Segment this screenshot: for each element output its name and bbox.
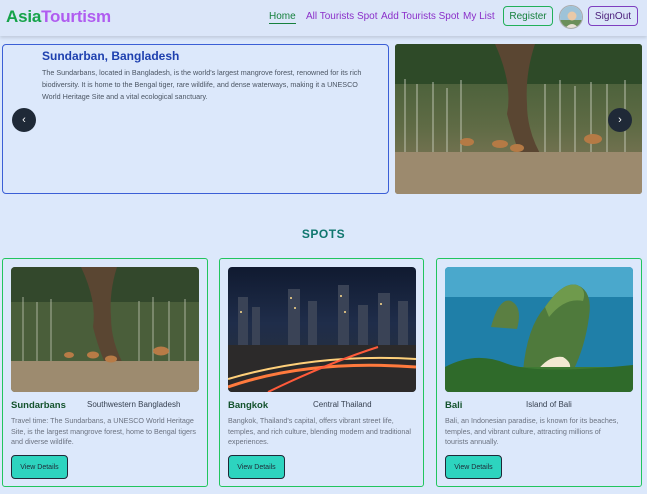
- card-region-sundarbans: Southwestern Bangladesh: [87, 400, 181, 409]
- hero-image-sundarban: [395, 44, 642, 194]
- view-details-button-sundarbans[interactable]: View Details: [11, 455, 68, 479]
- nav-link-all-tourists-spot[interactable]: All Tourists Spot: [306, 11, 378, 22]
- navbar: AsiaTourtism Home All Tourists Spot Add …: [0, 0, 647, 36]
- card-description-bangkok: Bangkok, Thailand's capital, offers vibr…: [228, 416, 411, 446]
- carousel-prev-button[interactable]: ‹: [12, 108, 36, 132]
- logo-part-2: Tourtism: [41, 7, 111, 26]
- card-description-sundarbans: Travel time: The Sundarbans, a UNESCO Wo…: [11, 416, 196, 446]
- user-avatar[interactable]: [559, 5, 583, 29]
- card-image-bangkok: [228, 267, 416, 392]
- card-description-bali: Bali, an Indonesian paradise, is known f…: [445, 416, 619, 446]
- card-image-bali: [445, 267, 633, 392]
- nav-link-add-tourists-spot[interactable]: Add Tourists Spot: [381, 11, 459, 22]
- spot-card-bangkok: Bangkok Central Thailand Bangkok, Thaila…: [219, 258, 424, 487]
- hero-title: Sundarban, Bangladesh: [42, 49, 180, 63]
- card-name-bangkok: Bangkok: [228, 400, 269, 411]
- site-logo[interactable]: AsiaTourtism: [6, 7, 111, 27]
- view-details-button-bangkok[interactable]: View Details: [228, 455, 285, 479]
- spot-card-bali: Bali Island of Bali Bali, an Indonesian …: [436, 258, 642, 487]
- carousel-next-button[interactable]: ›: [608, 108, 632, 132]
- card-region-bangkok: Central Thailand: [313, 400, 372, 409]
- card-name-bali: Bali: [445, 400, 463, 411]
- signout-button[interactable]: SignOut: [588, 6, 638, 26]
- nav-link-home[interactable]: Home: [269, 11, 296, 24]
- nav-link-my-list[interactable]: My List: [463, 11, 495, 22]
- hero-description: The Sundarbans, located in Bangladesh, i…: [42, 68, 362, 101]
- spots-section-title: SPOTS: [301, 227, 346, 241]
- logo-part-1: Asia: [6, 7, 42, 26]
- card-image-sundarbans: [11, 267, 199, 392]
- register-button[interactable]: Register: [503, 6, 553, 26]
- view-details-button-bali[interactable]: View Details: [445, 455, 502, 479]
- card-region-bali: Island of Bali: [526, 400, 572, 409]
- card-name-sundarbans: Sundarbans: [11, 400, 66, 411]
- spot-card-sundarbans: Sundarbans Southwestern Bangladesh Trave…: [2, 258, 208, 487]
